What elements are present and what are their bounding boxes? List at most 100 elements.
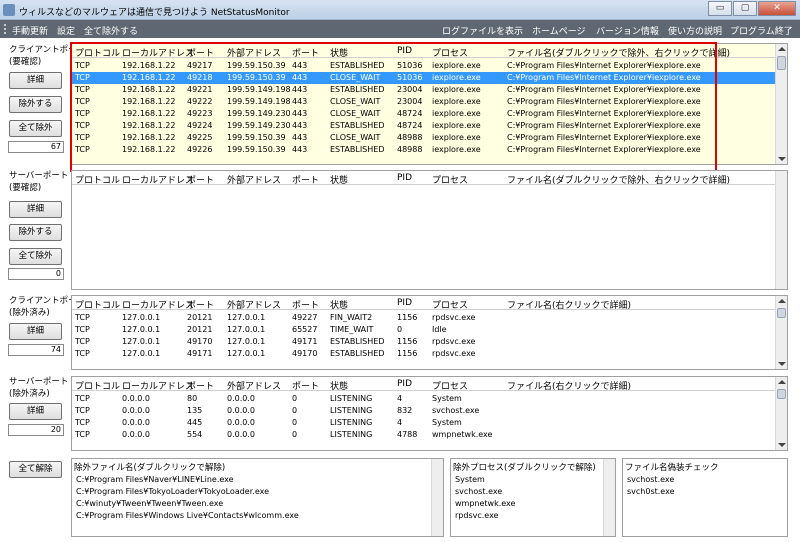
list-item[interactable]: C:¥Program Files¥Windows Live¥Contacts¥w… xyxy=(76,511,299,520)
column-header-protocol[interactable]: プロトコル xyxy=(75,298,120,311)
menu-homepage[interactable]: ホームページ xyxy=(532,24,586,37)
menu-exit[interactable]: プログラム終了 xyxy=(730,24,793,37)
scrollbar[interactable] xyxy=(775,171,787,289)
table-row[interactable]: TCP 192.168.1.22 49223 199.59.149.230 443 CLO… xyxy=(72,108,775,120)
column-header-file_right[interactable]: ファイル名(右クリックで詳細) xyxy=(507,298,631,311)
list-item[interactable]: System xyxy=(455,475,485,484)
table-row[interactable]: TCP 192.168.1.22 49218 199.59.150.39 443 CLOS… xyxy=(72,72,775,84)
client-detail-button[interactable]: 詳細 xyxy=(9,72,62,89)
column-header-port[interactable]: ポート xyxy=(187,46,214,59)
menu-settings[interactable]: 設定 xyxy=(57,24,75,37)
menu-version[interactable]: バージョン情報 xyxy=(596,24,659,37)
table-cell: TCP xyxy=(75,61,90,70)
column-header-protocol[interactable]: プロトコル xyxy=(75,379,120,392)
column-header-file_dbl[interactable]: ファイル名(ダブルクリックで除外、右クリックで詳細) xyxy=(507,173,730,186)
menu-howto[interactable]: 使い方の説明 xyxy=(668,24,722,37)
client-exclude-all-button[interactable]: 全て除外 xyxy=(9,120,62,137)
column-header-pid[interactable]: PID xyxy=(397,379,412,389)
table-row[interactable]: TCP 127.0.0.1 49170 127.0.0.1 49171 ESTABLISH… xyxy=(72,336,775,348)
column-header-remote[interactable]: 外部アドレス xyxy=(227,173,281,186)
table-row[interactable]: TCP 192.168.1.22 49226 199.59.150.39 443 ESTA… xyxy=(72,144,775,156)
scrollbar[interactable] xyxy=(603,459,615,536)
column-header-local[interactable]: ローカルアドレス xyxy=(122,46,194,59)
scrollbar[interactable] xyxy=(775,296,787,369)
menu-manual-update[interactable]: 手動更新 xyxy=(12,24,48,37)
table-cell: 23004 xyxy=(397,97,423,106)
menu-show-log[interactable]: ログファイルを表示 xyxy=(442,24,523,37)
list-item[interactable]: svchost.exe xyxy=(455,487,502,496)
release-all-button[interactable]: 全て解除 xyxy=(9,461,62,478)
scrollbar[interactable] xyxy=(775,377,787,450)
column-header-pid[interactable]: PID xyxy=(397,46,412,56)
close-button[interactable]: ✕ xyxy=(758,1,796,16)
column-header-state[interactable]: 状態 xyxy=(330,173,348,186)
column-header-process[interactable]: プロセス xyxy=(432,46,468,59)
list-item[interactable]: rpdsvc.exe xyxy=(455,511,498,520)
scrollbar[interactable] xyxy=(775,44,787,164)
column-header-port[interactable]: ポート xyxy=(187,379,214,392)
table-row[interactable]: TCP 192.168.1.22 49221 199.59.149.198 443 EST… xyxy=(72,84,775,96)
column-header-protocol[interactable]: プロトコル xyxy=(75,173,120,186)
excluded-files-list[interactable]: 除外ファイル名(ダブルクリックで解除) C:¥Program Files¥Nav… xyxy=(71,458,444,537)
table-row[interactable]: TCP 192.168.1.22 49217 199.59.150.39 443 ESTA… xyxy=(72,60,775,72)
column-header-rport[interactable]: ポート xyxy=(292,298,319,311)
title-bar: ウィルスなどのマルウェアは通信で見つけよう NetStatusMonitor ▭… xyxy=(0,0,800,20)
column-header-remote[interactable]: 外部アドレス xyxy=(227,379,281,392)
server-exclude-button[interactable]: 除外する xyxy=(9,224,62,241)
column-header-pid[interactable]: PID xyxy=(397,298,412,308)
menu-exclude-all[interactable]: 全て除外する xyxy=(84,24,138,37)
table-cell: TCP xyxy=(75,97,90,106)
list-item[interactable]: svchost.exe xyxy=(627,475,674,484)
client-exclude-button[interactable]: 除外する xyxy=(9,96,62,113)
server-exclude-all-button[interactable]: 全て除外 xyxy=(9,248,62,265)
table-row[interactable]: TCP 192.168.1.22 49225 199.59.150.39 443 CLOS… xyxy=(72,132,775,144)
table-row[interactable]: TCP 127.0.0.1 49171 127.0.0.1 49170 ESTABLISH… xyxy=(72,348,775,360)
column-header-pid[interactable]: PID xyxy=(397,173,412,183)
list-item[interactable]: C:¥Program Files¥Naver¥LINE¥Line.exe xyxy=(76,475,234,484)
maximize-button[interactable]: ▢ xyxy=(733,1,757,16)
table-row[interactable]: TCP 0.0.0.0 554 0.0.0.0 0 LISTENING 4788 wmpnet… xyxy=(72,429,775,441)
column-header-state[interactable]: 状態 xyxy=(330,298,348,311)
column-header-remote[interactable]: 外部アドレス xyxy=(227,46,281,59)
column-header-process[interactable]: プロセス xyxy=(432,379,468,392)
column-header-rport[interactable]: ポート xyxy=(292,379,319,392)
table-row[interactable]: TCP 0.0.0.0 80 0.0.0.0 0 LISTENING 4 System xyxy=(72,393,775,405)
column-header-local[interactable]: ローカルアドレス xyxy=(122,379,194,392)
table-cell: LISTENING xyxy=(330,406,373,415)
column-header-state[interactable]: 状態 xyxy=(330,46,348,59)
table-cell: 0.0.0.0 xyxy=(122,394,150,403)
column-header-protocol[interactable]: プロトコル xyxy=(75,46,120,59)
column-header-remote[interactable]: 外部アドレス xyxy=(227,298,281,311)
column-header-local[interactable]: ローカルアドレス xyxy=(122,173,194,186)
column-header-rport[interactable]: ポート xyxy=(292,173,319,186)
column-header-state[interactable]: 状態 xyxy=(330,379,348,392)
table-row[interactable]: TCP 127.0.0.1 20121 127.0.0.1 65527 TIME_WAIT… xyxy=(72,324,775,336)
column-header-file_right[interactable]: ファイル名(右クリックで詳細) xyxy=(507,379,631,392)
table-row[interactable]: TCP 0.0.0.0 135 0.0.0.0 0 LISTENING 832 svchost… xyxy=(72,405,775,417)
client-excluded-detail-button[interactable]: 詳細 xyxy=(9,323,62,340)
server-detail-button[interactable]: 詳細 xyxy=(9,201,62,218)
table-row[interactable]: TCP 192.168.1.22 49224 199.59.149.230 443 EST… xyxy=(72,120,775,132)
app-icon xyxy=(3,4,15,16)
table-cell: C:¥Program Files¥Internet Explorer¥iexpl… xyxy=(507,145,701,154)
fake-check-list[interactable]: ファイル名偽装チェック svchost.exe svch0st.exe xyxy=(622,458,788,537)
minimize-button[interactable]: ▭ xyxy=(708,1,732,16)
column-header-process[interactable]: プロセス xyxy=(432,173,468,186)
table-row[interactable]: TCP 192.168.1.22 49222 199.59.149.198 443 CLO… xyxy=(72,96,775,108)
list-item[interactable]: svch0st.exe xyxy=(627,487,675,496)
list-item[interactable]: wmpnetwk.exe xyxy=(455,499,515,508)
column-header-port[interactable]: ポート xyxy=(187,298,214,311)
server-excluded-detail-button[interactable]: 詳細 xyxy=(9,403,62,420)
table-row[interactable]: TCP 0.0.0.0 445 0.0.0.0 0 LISTENING 4 System xyxy=(72,417,775,429)
table-cell: 0 xyxy=(292,418,298,427)
column-header-rport[interactable]: ポート xyxy=(292,46,319,59)
column-header-local[interactable]: ローカルアドレス xyxy=(122,298,194,311)
list-item[interactable]: C:¥winuty¥Tween¥Tween¥Tween.exe xyxy=(76,499,223,508)
column-header-file_dbl[interactable]: ファイル名(ダブルクリックで除外、右クリックで詳細) xyxy=(507,46,730,59)
table-row[interactable]: TCP 127.0.0.1 20121 127.0.0.1 49227 FIN_WAIT2… xyxy=(72,312,775,324)
column-header-port[interactable]: ポート xyxy=(187,173,214,186)
scrollbar[interactable] xyxy=(431,459,443,536)
column-header-process[interactable]: プロセス xyxy=(432,298,468,311)
list-item[interactable]: C:¥Program Files¥TokyoLoader¥TokyoLoader… xyxy=(76,487,269,496)
excluded-procs-list[interactable]: 除外プロセス(ダブルクリックで解除) System svchost.exe wmpn… xyxy=(450,458,616,537)
